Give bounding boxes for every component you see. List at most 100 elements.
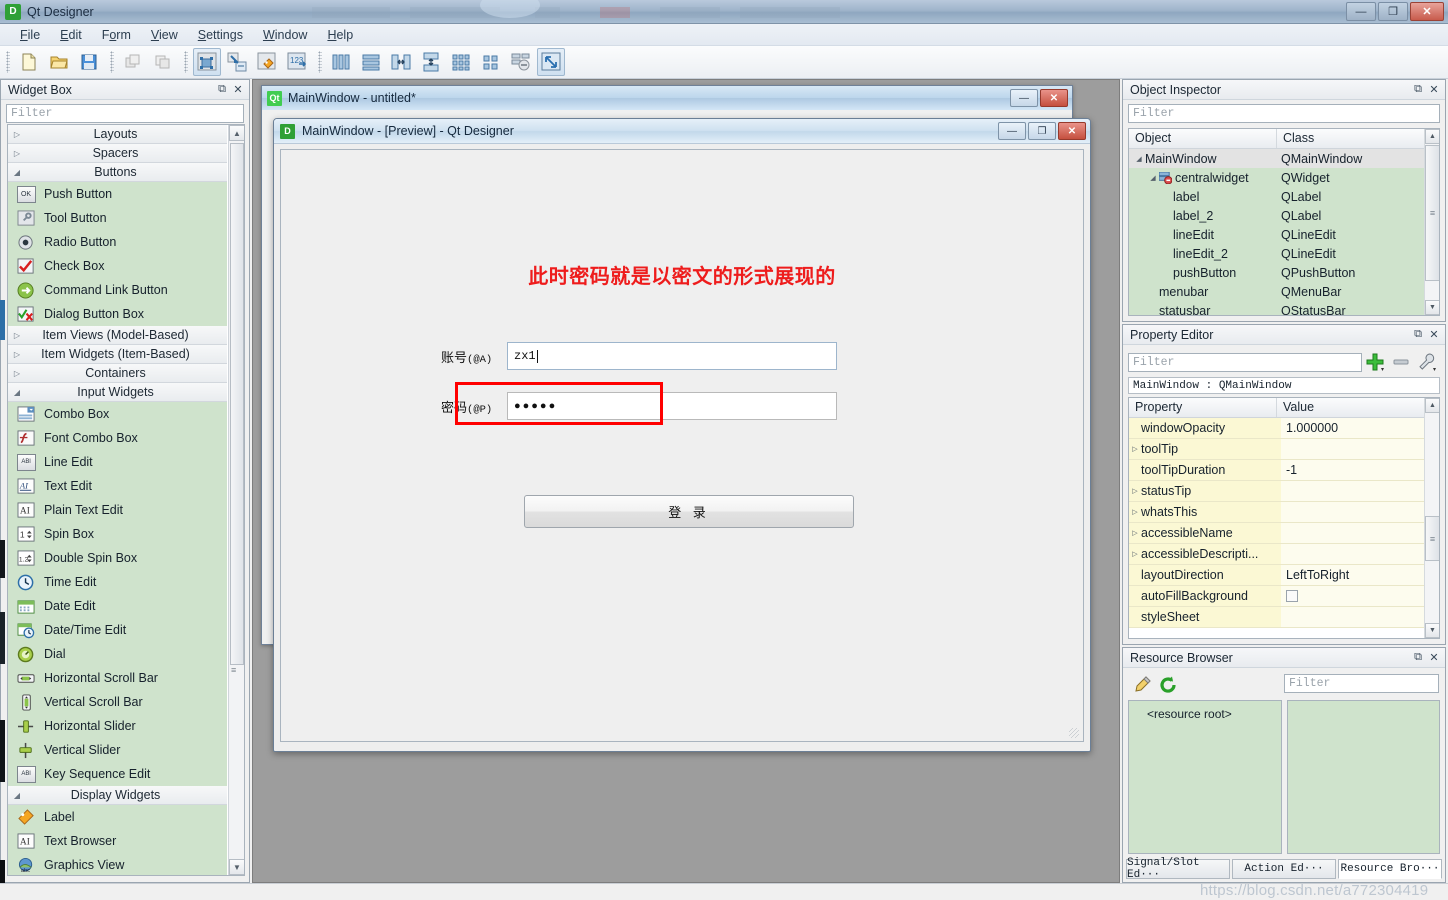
form-close-button[interactable]: ✕: [1040, 89, 1068, 107]
break-layout-icon[interactable]: [507, 48, 535, 76]
float-icon[interactable]: ⧉: [1411, 651, 1425, 665]
close-icon[interactable]: ✕: [1427, 328, 1441, 342]
property-value-cell[interactable]: [1281, 439, 1439, 460]
dock-tab-resource-bro[interactable]: Resource Bro···: [1338, 859, 1442, 879]
preview-close-button[interactable]: ✕: [1058, 122, 1086, 140]
preview-maximize-button[interactable]: ❐: [1028, 122, 1056, 140]
pencil-icon[interactable]: [1129, 675, 1155, 695]
reload-icon[interactable]: [1155, 675, 1181, 695]
property-editor-filter-input[interactable]: Filter: [1128, 352, 1362, 372]
property-row[interactable]: layoutDirection LeftToRight: [1129, 565, 1439, 586]
layout-vertically-icon[interactable]: [357, 48, 385, 76]
property-row[interactable]: ▷ whatsThis: [1129, 502, 1439, 523]
scroll-up-icon[interactable]: ▲: [229, 125, 244, 141]
float-icon[interactable]: ⧉: [215, 83, 229, 97]
resource-browser-filter-input[interactable]: Filter: [1284, 674, 1439, 693]
property-value-cell[interactable]: [1281, 544, 1439, 565]
float-icon[interactable]: ⧉: [1411, 328, 1425, 342]
toolbar-grip-2[interactable]: [110, 51, 114, 73]
account-input[interactable]: zx1: [507, 342, 837, 370]
widget-item-combo-box[interactable]: Combo Box: [8, 402, 227, 426]
undo-icon[interactable]: [119, 48, 147, 76]
save-form-icon[interactable]: [75, 48, 103, 76]
widget-item-vertical-slider[interactable]: Vertical Slider: [8, 738, 227, 762]
scroll-thumb[interactable]: [230, 143, 244, 665]
property-row[interactable]: ▷ accessibleDescripti...: [1129, 544, 1439, 565]
widget-box-scrollbar[interactable]: ▲ ▼ ≡: [228, 125, 244, 875]
object-inspector-row[interactable]: ◢ centralwidget QWidget: [1129, 168, 1439, 187]
scroll-up-icon[interactable]: ▲: [1425, 398, 1439, 413]
widget-item-label[interactable]: Label: [8, 805, 227, 829]
preview-minimize-button[interactable]: —: [998, 122, 1026, 140]
scroll-down-icon[interactable]: ▼: [1425, 300, 1439, 315]
edit-buddies-icon[interactable]: [253, 48, 281, 76]
object-inspector-row[interactable]: statusbar QStatusBar: [1129, 301, 1439, 315]
chevron-right-icon[interactable]: ▷: [1129, 550, 1141, 558]
widget-item-horizontal-slider[interactable]: Horizontal Slider: [8, 714, 227, 738]
toolbar-grip-3[interactable]: [184, 51, 188, 73]
menu-window[interactable]: Window: [253, 26, 317, 44]
widget-item-font-combo-box[interactable]: Font Combo Box: [8, 426, 227, 450]
object-inspector-row[interactable]: ◢ MainWindow QMainWindow: [1129, 149, 1439, 168]
property-row[interactable]: ▷ toolTip: [1129, 439, 1439, 460]
resource-tree-pane[interactable]: <resource root>: [1128, 700, 1282, 854]
scroll-up-icon[interactable]: ▲: [1425, 129, 1439, 144]
form-minimize-button[interactable]: —: [1010, 89, 1038, 107]
property-row[interactable]: ▷ accessibleName: [1129, 523, 1439, 544]
object-inspector-tree[interactable]: Object Class ◢ MainWindow QMainWindow ◢ cent…: [1128, 128, 1440, 316]
property-editor-scrollbar[interactable]: ▲ ▼: [1424, 398, 1439, 638]
toolbar-grip-1[interactable]: [6, 51, 10, 73]
property-row[interactable]: autoFillBackground: [1129, 586, 1439, 607]
widget-item-date-edit[interactable]: Date Edit: [8, 594, 227, 618]
edit-tab-order-icon[interactable]: 123: [283, 48, 311, 76]
property-row[interactable]: styleSheet: [1129, 607, 1439, 628]
checkbox-icon[interactable]: [1286, 590, 1298, 602]
layout-horizontally-icon[interactable]: [327, 48, 355, 76]
object-inspector-filter-input[interactable]: Filter: [1128, 104, 1440, 123]
widget-item-dialog-button-box[interactable]: Dialog Button Box: [8, 302, 227, 326]
widget-group-buttons[interactable]: ◢ Buttons: [8, 163, 227, 182]
widget-group-spacers[interactable]: ▷ Spacers: [8, 144, 227, 163]
property-row[interactable]: toolTipDuration -1: [1129, 460, 1439, 481]
widget-item-dial[interactable]: Dial: [8, 642, 227, 666]
object-inspector-row[interactable]: label QLabel: [1129, 187, 1439, 206]
widget-group-item-widgets-item-based[interactable]: ▷ Item Widgets (Item-Based): [8, 345, 227, 364]
widget-item-graphics-view[interactable]: abc Graphics View: [8, 853, 227, 875]
widget-item-text-edit[interactable]: AI Text Edit: [8, 474, 227, 498]
adjust-size-icon[interactable]: [537, 48, 565, 76]
widget-item-vertical-scroll-bar[interactable]: Vertical Scroll Bar: [8, 690, 227, 714]
widget-item-double-spin-box[interactable]: 1.2 Double Spin Box: [8, 546, 227, 570]
widget-item-radio-button[interactable]: Radio Button: [8, 230, 227, 254]
edit-signals-slots-icon[interactable]: [223, 48, 251, 76]
menu-view[interactable]: View: [141, 26, 188, 44]
object-inspector-row[interactable]: menubar QMenuBar: [1129, 282, 1439, 301]
scroll-thumb[interactable]: [1425, 516, 1439, 561]
scroll-thumb[interactable]: [1425, 145, 1439, 281]
add-icon[interactable]: [1362, 352, 1388, 372]
preview-window[interactable]: D MainWindow - [Preview] - Qt Designer —…: [273, 118, 1091, 752]
redo-icon[interactable]: [149, 48, 177, 76]
object-inspector-row[interactable]: lineEdit QLineEdit: [1129, 225, 1439, 244]
chevron-right-icon[interactable]: ▷: [1129, 508, 1141, 516]
login-button[interactable]: 登 录: [524, 495, 854, 528]
maximize-button[interactable]: ❐: [1378, 2, 1408, 21]
resize-grip-icon[interactable]: [1069, 728, 1079, 738]
property-value-cell[interactable]: [1281, 481, 1439, 502]
new-form-icon[interactable]: [15, 48, 43, 76]
open-form-icon[interactable]: [45, 48, 73, 76]
property-value-cell[interactable]: [1281, 586, 1439, 607]
widget-group-item-views-model-based[interactable]: ▷ Item Views (Model-Based): [8, 326, 227, 345]
widget-group-layouts[interactable]: ▷ Layouts: [8, 125, 227, 144]
wrench-icon[interactable]: [1414, 352, 1440, 372]
property-value-cell[interactable]: [1281, 523, 1439, 544]
object-inspector-row[interactable]: lineEdit_2 QLineEdit: [1129, 244, 1439, 263]
close-icon[interactable]: ✕: [1427, 83, 1441, 97]
property-row[interactable]: windowOpacity 1.000000: [1129, 418, 1439, 439]
widget-group-containers[interactable]: ▷ Containers: [8, 364, 227, 383]
layout-form-icon[interactable]: [477, 48, 505, 76]
property-value-cell[interactable]: [1281, 502, 1439, 523]
remove-icon[interactable]: [1388, 352, 1414, 372]
edit-widgets-icon[interactable]: [193, 48, 221, 76]
dock-tab-signal-slot-ed[interactable]: Signal/Slot Ed···: [1126, 857, 1230, 881]
property-value-cell[interactable]: [1281, 607, 1439, 628]
